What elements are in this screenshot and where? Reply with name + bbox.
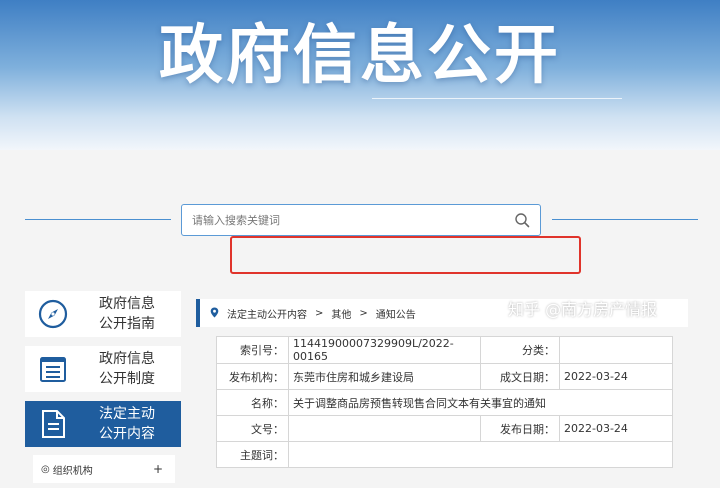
location-pin-icon bbox=[210, 307, 219, 319]
category-value bbox=[559, 336, 673, 364]
expand-icon[interactable]: + bbox=[153, 462, 163, 476]
breadcrumb-item[interactable]: 法定主动公开内容 bbox=[227, 306, 307, 321]
search-icon[interactable] bbox=[514, 212, 530, 228]
table-row: 主题词： bbox=[216, 441, 673, 468]
breadcrumb-item[interactable]: 通知公告 bbox=[376, 306, 416, 321]
category-label: 分类： bbox=[480, 336, 560, 364]
breadcrumb-separator: > bbox=[359, 307, 368, 319]
watermark: 知乎 @南方房产情报 bbox=[508, 300, 658, 319]
published-date-value: 2022-03-24 bbox=[559, 415, 673, 442]
subject-label: 主题词： bbox=[216, 441, 289, 468]
sidebar-item-label: 政府信息 公开指南 bbox=[99, 296, 155, 332]
sidebar-sub-item-org[interactable]: ◎ 组织机构 + bbox=[33, 455, 175, 483]
name-label: 名称： bbox=[216, 389, 289, 416]
sidebar-sub-label: 组织机构 bbox=[52, 465, 93, 477]
table-row: 文号： 发布日期： 2022-03-24 bbox=[216, 415, 673, 442]
doc-number-label: 文号： bbox=[216, 415, 289, 442]
search-right-line bbox=[552, 219, 698, 220]
breadcrumb-separator: > bbox=[315, 307, 324, 319]
table-row: 名称： 关于调整商品房预售转现售合同文本有关事宜的通知 bbox=[216, 389, 673, 416]
index-label: 索引号： bbox=[216, 336, 289, 364]
name-value: 关于调整商品房预售转现售合同文本有关事宜的通知 bbox=[288, 389, 673, 416]
org-icon: ◎ bbox=[41, 463, 50, 475]
sidebar-item-content[interactable]: 法定主动 公开内容 bbox=[25, 401, 181, 447]
doc-number-value bbox=[288, 415, 481, 442]
sidebar-item-label: 政府信息 公开制度 bbox=[99, 351, 155, 387]
banner: 政府信息公开 bbox=[0, 0, 720, 150]
table-row: 发布机构： 东莞市住房和城乡建设局 成文日期： 2022-03-24 bbox=[216, 363, 673, 390]
published-date-label: 发布日期： bbox=[480, 415, 560, 442]
highlight-box bbox=[230, 236, 581, 274]
document-info-table: 索引号： 11441900007329909L/2022-00165 分类： 发… bbox=[216, 336, 673, 468]
search-left-line bbox=[25, 219, 171, 220]
list-document-icon bbox=[25, 346, 81, 392]
sidebar-item-guide[interactable]: 政府信息 公开指南 bbox=[25, 291, 181, 337]
breadcrumb-item[interactable]: 其他 bbox=[331, 306, 351, 321]
publisher-value: 东莞市住房和城乡建设局 bbox=[288, 363, 481, 390]
search-input[interactable] bbox=[192, 205, 492, 235]
banner-title: 政府信息公开 bbox=[159, 19, 561, 93]
table-row: 索引号： 11441900007329909L/2022-00165 分类： bbox=[216, 336, 673, 364]
index-value: 11441900007329909L/2022-00165 bbox=[288, 336, 481, 364]
created-date-label: 成文日期： bbox=[480, 363, 560, 390]
sidebar-item-system[interactable]: 政府信息 公开制度 bbox=[25, 346, 181, 392]
publisher-label: 发布机构： bbox=[216, 363, 289, 390]
subject-value bbox=[288, 441, 673, 468]
sidebar-item-label: 法定主动 公开内容 bbox=[99, 406, 155, 442]
document-icon bbox=[25, 401, 81, 447]
created-date-value: 2022-03-24 bbox=[559, 363, 673, 390]
compass-icon bbox=[25, 291, 81, 337]
banner-divider bbox=[372, 98, 622, 99]
search-box bbox=[181, 204, 541, 236]
